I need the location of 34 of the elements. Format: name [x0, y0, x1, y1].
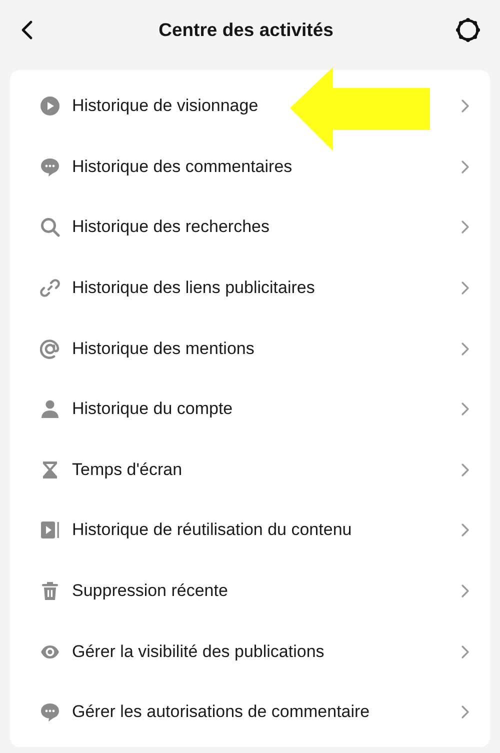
- menu-item[interactable]: Temps d'écran: [10, 440, 490, 500]
- menu-item[interactable]: Historique des recherches: [10, 197, 490, 258]
- menu-item[interactable]: Gérer les autorisations de commentaire: [10, 682, 490, 743]
- link-icon: [40, 278, 60, 298]
- at-sign-icon: [40, 338, 60, 359]
- search-icon: [40, 217, 60, 238]
- hourglass-icon: [40, 460, 60, 480]
- chevron-icon: [461, 220, 470, 234]
- chevron-icon: [461, 99, 470, 114]
- chevron-icon: [461, 402, 470, 416]
- play-icon: [40, 96, 60, 116]
- menu-item[interactable]: Historique de visionnage: [10, 76, 490, 137]
- chevron-icon: [461, 644, 470, 659]
- menu-item[interactable]: Historique de réutilisation du contenu: [10, 500, 490, 561]
- menu-item[interactable]: Historique des commentaires: [10, 136, 490, 198]
- person-icon: [40, 399, 60, 420]
- speech-bubble-icon: [40, 156, 60, 177]
- settings-button[interactable]: [454, 16, 482, 44]
- trash-icon: [40, 581, 60, 602]
- chevron-icon: [461, 342, 470, 356]
- chevron-icon: [461, 705, 470, 720]
- menu-item[interactable]: Historique des liens publicitaires: [10, 258, 490, 318]
- menu-item[interactable]: Historique des mentions: [10, 318, 490, 379]
- chevron-icon: [461, 462, 470, 477]
- chevron-icon: [461, 160, 470, 174]
- menu-item[interactable]: Historique du compte: [10, 378, 490, 440]
- video-icon: [40, 520, 60, 540]
- chevron-icon: [461, 281, 470, 296]
- menu-item[interactable]: Gérer la visibilité des publications: [10, 621, 490, 682]
- chevron-icon: [461, 523, 470, 538]
- chevron-icon: [461, 584, 470, 598]
- page-title: Centre des activités: [158, 19, 334, 41]
- speech-bubble-icon: [40, 702, 60, 722]
- menu-item[interactable]: Suppression récente: [10, 560, 490, 622]
